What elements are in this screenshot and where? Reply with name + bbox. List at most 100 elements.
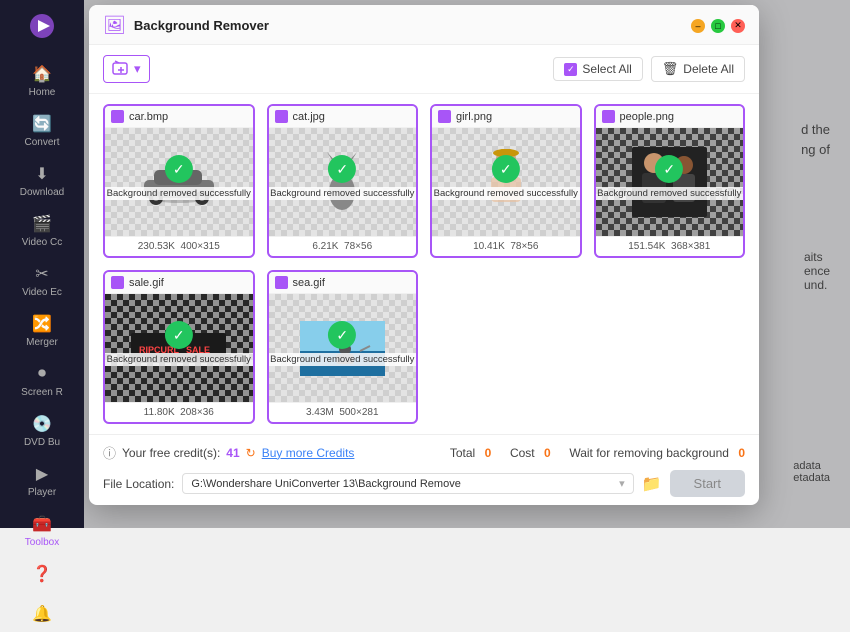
success-circle-2: ✓ [492,155,520,183]
sidebar-item-convert[interactable]: 🔄 Convert [0,106,84,156]
convert-icon: 🔄 [32,114,52,134]
dialog-bottom: ⓘ Your free credit(s): 41 ↻ Buy more Cre… [89,434,759,505]
add-files-icon [112,60,130,78]
browse-folder-button[interactable]: 📁 [642,474,662,494]
card-footer-1: 6.21K 78×56 [269,236,417,256]
card-header-1: cat.jpg [269,106,417,128]
sidebar-item-dvd-burn[interactable]: 💿 DVD Bu [0,406,84,456]
info-icon[interactable]: ⓘ [103,443,116,462]
sidebar-item-video-compress[interactable]: 🎬 Video Cc [0,206,84,256]
success-circle-1: ✓ [328,155,356,183]
merger-icon: 🔀 [32,314,52,334]
dialog-title: Background Remover [134,18,683,33]
screen-rec-icon: ⏺ [32,364,52,384]
sidebar-item-notifications[interactable]: 🔔 [28,596,56,632]
video-edit-icon: ✂ [32,264,52,284]
sidebar-item-screen-rec[interactable]: ⏺ Screen R [0,356,84,406]
success-text-4: Background removed successfully [105,353,253,366]
cost-label: Cost 0 [510,446,551,460]
delete-all-label: Delete All [683,62,734,76]
cost-value: 0 [544,446,551,460]
sidebar-item-video-edit[interactable]: ✂ Video Ec [0,256,84,306]
card-thumb-0: ✓ Background removed successfully [105,128,253,236]
success-text-0: Background removed successfully [105,187,253,200]
sidebar-item-player[interactable]: ▶ Player [0,456,84,506]
card-header-3: people.png [596,106,744,128]
dropdown-arrow-icon: ▾ [619,477,625,490]
dialog-overlay: 🖼 Background Remover – □ ✕ ▾ [84,0,850,528]
image-card-5[interactable]: sea.gif [267,270,419,424]
total-label: Total 0 [450,446,491,460]
dialog-toolbar: ▾ ✓ Select All 🗑 Delete All [89,45,759,94]
buy-credits-link[interactable]: Buy more Credits [262,446,355,460]
sidebar-item-toolbox[interactable]: 🧰 Toolbox [0,506,84,556]
card-filename-5: sea.gif [293,277,325,289]
image-card-1[interactable]: cat.jpg [267,104,419,258]
credits-label: Your free credit(s): [122,446,220,460]
success-text-3: Background removed successfully [596,187,744,200]
success-badge-0: ✓ Background removed successfully [105,155,253,200]
bg-remover-icon: 🖼 [103,15,126,36]
card-checkbox-5[interactable] [275,276,288,289]
refresh-icon[interactable]: ↻ [246,446,256,460]
credits-row: ⓘ Your free credit(s): 41 ↻ Buy more Cre… [103,443,745,462]
card-footer-5: 3.43M 500×281 [269,402,417,422]
card-header-2: girl.png [432,106,580,128]
sidebar-item-home[interactable]: 🏠 Home [0,56,84,106]
card-filename-4: sale.gif [129,277,164,289]
image-card-2[interactable]: girl.png [430,104,582,258]
card-filename-2: girl.png [456,111,492,123]
help-icon: ❓ [32,564,52,584]
minimize-button[interactable]: – [691,19,705,33]
card-footer-3: 151.54K 368×381 [596,236,744,256]
sidebar-bottom: ❓ 🔔 [28,556,56,632]
sidebar-item-download[interactable]: ⬇ Download [0,156,84,206]
start-button[interactable]: Start [670,470,745,497]
card-footer-4: 11.80K 208×36 [105,402,253,422]
success-badge-2: ✓ Background removed successfully [432,155,580,200]
success-circle-3: ✓ [655,155,683,183]
card-thumb-1: ✓ Background removed successfully [269,128,417,236]
window-controls: – □ ✕ [691,19,745,33]
image-card-3[interactable]: people.png [594,104,746,258]
file-path-select[interactable]: G:\Wondershare UniConverter 13\Backgroun… [182,473,633,494]
image-card-4[interactable]: sale.gif RIPCURL SALE ✓ [103,270,255,424]
app-logo [24,8,60,44]
card-checkbox-3[interactable] [602,110,615,123]
player-icon: ▶ [32,464,52,484]
total-value: 0 [485,446,492,460]
select-all-button[interactable]: ✓ Select All [553,57,642,81]
sidebar-item-help[interactable]: ❓ [28,556,56,592]
home-icon: 🏠 [32,64,52,84]
success-circle-0: ✓ [165,155,193,183]
card-checkbox-4[interactable] [111,276,124,289]
sidebar: 🏠 Home 🔄 Convert ⬇ Download 🎬 Video Cc ✂… [0,0,84,528]
close-button[interactable]: ✕ [731,19,745,33]
file-path-value: G:\Wondershare UniConverter 13\Backgroun… [191,478,460,490]
main-content: d theng of aitsenceund. adataetadata 🖼 B… [84,0,850,528]
file-location-label: File Location: [103,477,174,491]
sidebar-item-merger[interactable]: 🔀 Merger [0,306,84,356]
card-checkbox-2[interactable] [438,110,451,123]
image-card-0[interactable]: car.bmp [103,104,255,258]
card-checkbox-1[interactable] [275,110,288,123]
card-checkbox-0[interactable] [111,110,124,123]
success-circle-5: ✓ [328,321,356,349]
notifications-icon: 🔔 [32,604,52,624]
card-filename-3: people.png [620,111,674,123]
delete-all-button[interactable]: 🗑 Delete All [651,56,745,82]
card-header-0: car.bmp [105,106,253,128]
credits-count: 41 [226,446,239,460]
wait-label: Wait for removing background 0 [569,446,745,460]
success-badge-4: ✓ Background removed successfully [105,321,253,366]
card-footer-0: 230.53K 400×315 [105,236,253,256]
card-header-5: sea.gif [269,272,417,294]
download-icon: ⬇ [32,164,52,184]
background-remover-dialog: 🖼 Background Remover – □ ✕ ▾ [89,5,759,505]
maximize-button[interactable]: □ [711,19,725,33]
card-thumb-3: ✓ Background removed successfully [596,128,744,236]
success-badge-1: ✓ Background removed successfully [269,155,417,200]
card-thumb-2: ✓ Background removed successfully [432,128,580,236]
image-grid: car.bmp [89,94,759,434]
add-files-button[interactable]: ▾ [103,55,150,83]
